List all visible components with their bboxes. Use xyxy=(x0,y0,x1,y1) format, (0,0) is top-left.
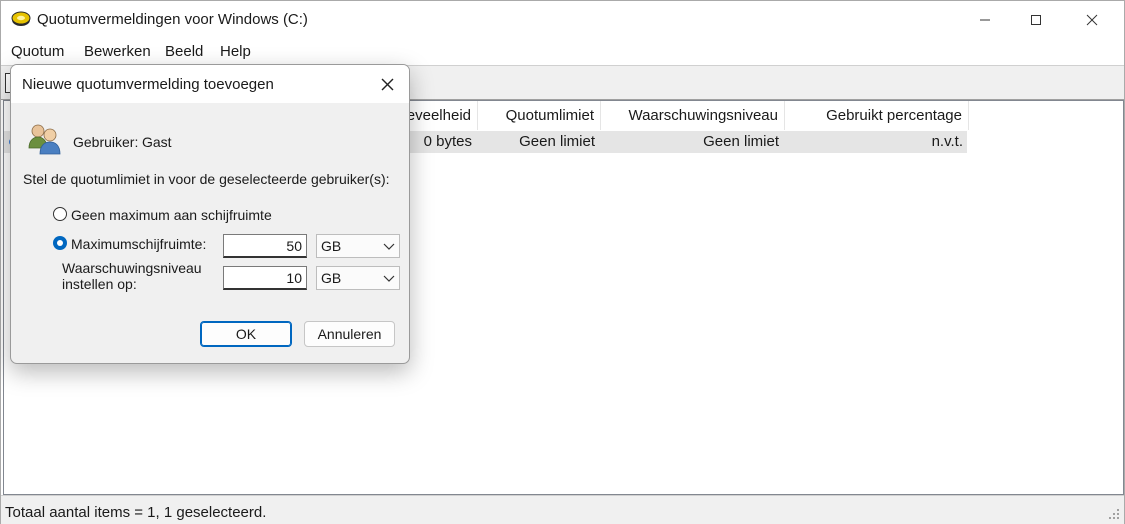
max-space-unit-select[interactable]: GB xyxy=(316,234,400,258)
dialog-title: Nieuwe quotumvermelding toevoegen xyxy=(22,76,274,93)
no-limit-radio[interactable] xyxy=(53,207,67,221)
column-header-warning[interactable]: Waarschuwingsniveau xyxy=(601,101,785,130)
cell-used: 0 bytes xyxy=(423,133,472,150)
menu-bar: Quotum Bewerken Beeld Help xyxy=(1,39,1124,66)
add-quota-entry-dialog: Nieuwe quotumvermelding toevoegen Gebrui… xyxy=(10,64,410,364)
dialog-close-button[interactable] xyxy=(365,65,409,103)
max-space-unit-value: GB xyxy=(321,238,342,254)
warning-level-label-line2: instellen op: xyxy=(62,276,137,292)
close-button[interactable] xyxy=(1069,1,1115,39)
users-icon xyxy=(28,124,61,155)
max-space-input[interactable]: 50 xyxy=(223,234,307,258)
title-bar: Quotumvermeldingen voor Windows (C:) xyxy=(1,1,1124,39)
window-title: Quotumvermeldingen voor Windows (C:) xyxy=(37,11,308,28)
chevron-down-icon xyxy=(383,275,395,282)
warning-level-unit-select[interactable]: GB xyxy=(316,266,400,290)
resize-grip-icon[interactable] xyxy=(1108,508,1120,520)
column-header-limit[interactable]: Quotumlimiet xyxy=(478,101,601,130)
cell-warning: Geen limiet xyxy=(703,133,779,150)
close-icon xyxy=(1086,14,1098,26)
disk-icon xyxy=(11,11,31,26)
chevron-down-icon xyxy=(383,243,395,250)
dialog-title-bar: Nieuwe quotumvermelding toevoegen xyxy=(11,65,409,103)
max-space-radio[interactable] xyxy=(53,236,67,250)
menu-beeld[interactable]: Beeld xyxy=(165,43,203,60)
maximize-icon xyxy=(1031,15,1041,25)
maximize-button[interactable] xyxy=(1013,1,1059,39)
column-header-percent[interactable]: Gebruikt percentage xyxy=(785,101,969,130)
warning-level-unit-value: GB xyxy=(321,270,342,286)
minimize-button[interactable] xyxy=(962,1,1008,39)
user-value: Gast xyxy=(142,134,172,150)
instruction-text: Stel de quotumlimiet in voor de geselect… xyxy=(23,171,390,187)
user-label: Gebruiker: xyxy=(73,134,139,150)
cell-limit: Geen limiet xyxy=(519,133,595,150)
cell-percent: n.v.t. xyxy=(931,133,963,150)
ok-button[interactable]: OK xyxy=(200,321,292,347)
menu-bewerken[interactable]: Bewerken xyxy=(84,43,151,60)
cancel-button[interactable]: Annuleren xyxy=(304,321,395,347)
warning-level-input[interactable]: 10 xyxy=(223,266,307,290)
close-icon xyxy=(381,78,393,90)
minimize-icon xyxy=(980,19,990,21)
column-header-used[interactable]: eveelheid xyxy=(400,101,478,130)
status-text: Totaal aantal items = 1, 1 geselecteerd. xyxy=(5,504,267,521)
max-space-label[interactable]: Maximumschijfruimte: xyxy=(71,236,206,252)
warning-level-label-line1: Waarschuwingsniveau xyxy=(62,260,202,276)
status-bar: Totaal aantal items = 1, 1 geselecteerd. xyxy=(1,495,1124,524)
no-limit-label[interactable]: Geen maximum aan schijfruimte xyxy=(71,207,272,223)
menu-help[interactable]: Help xyxy=(220,43,251,60)
menu-quotum[interactable]: Quotum xyxy=(11,43,64,60)
